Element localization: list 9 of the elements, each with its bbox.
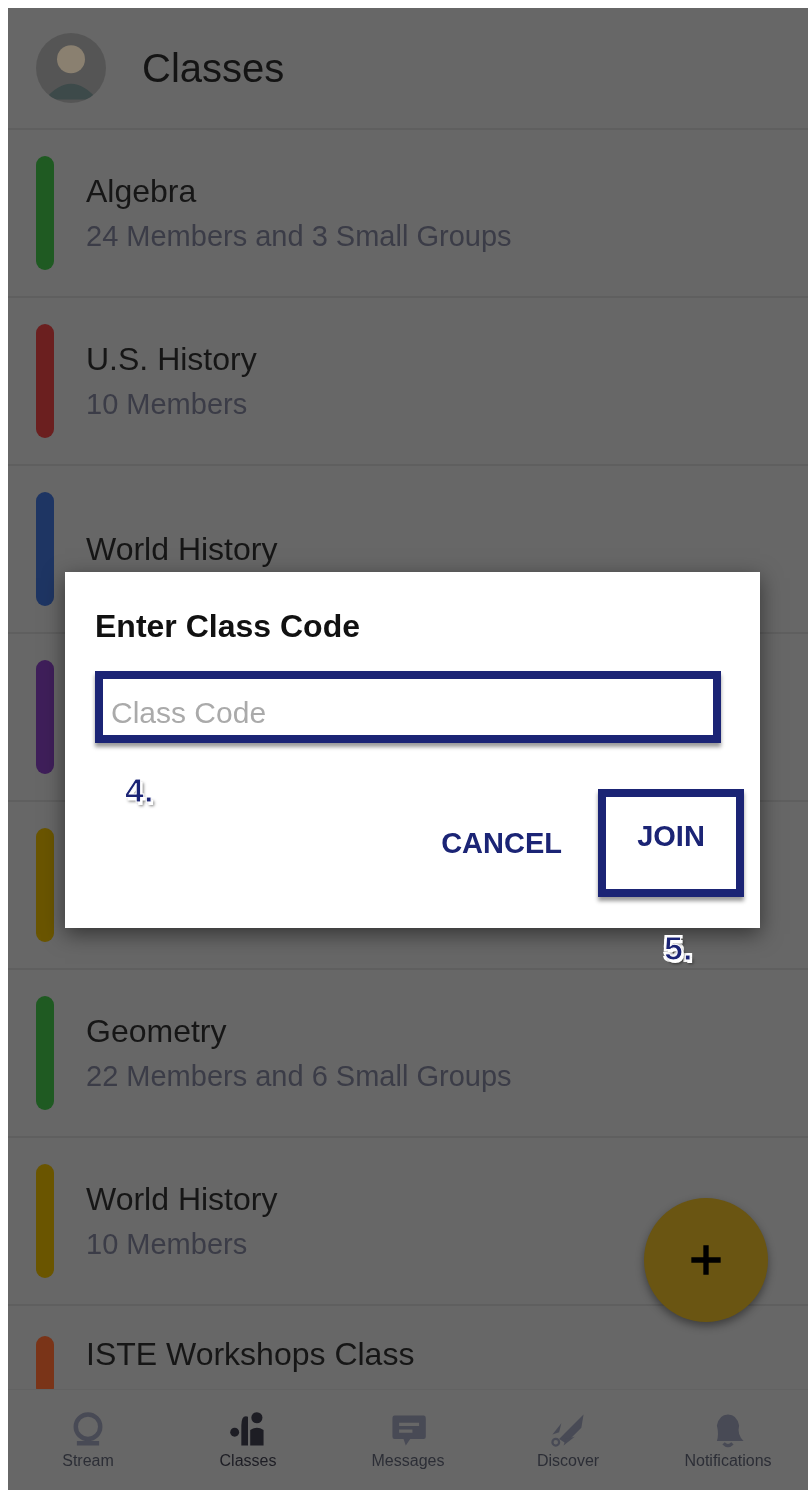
class-name: ISTE Workshops Class <box>86 1336 415 1373</box>
step-label: 5. <box>664 929 693 968</box>
class-name: World History <box>86 1181 278 1218</box>
step-label: 4. <box>125 771 154 810</box>
class-name: U.S. History <box>86 341 257 378</box>
class-name: Geometry <box>86 1013 228 1050</box>
class-name: World History <box>86 530 278 568</box>
class-name: Algebra <box>86 173 198 210</box>
page-title: Classes <box>142 45 285 91</box>
